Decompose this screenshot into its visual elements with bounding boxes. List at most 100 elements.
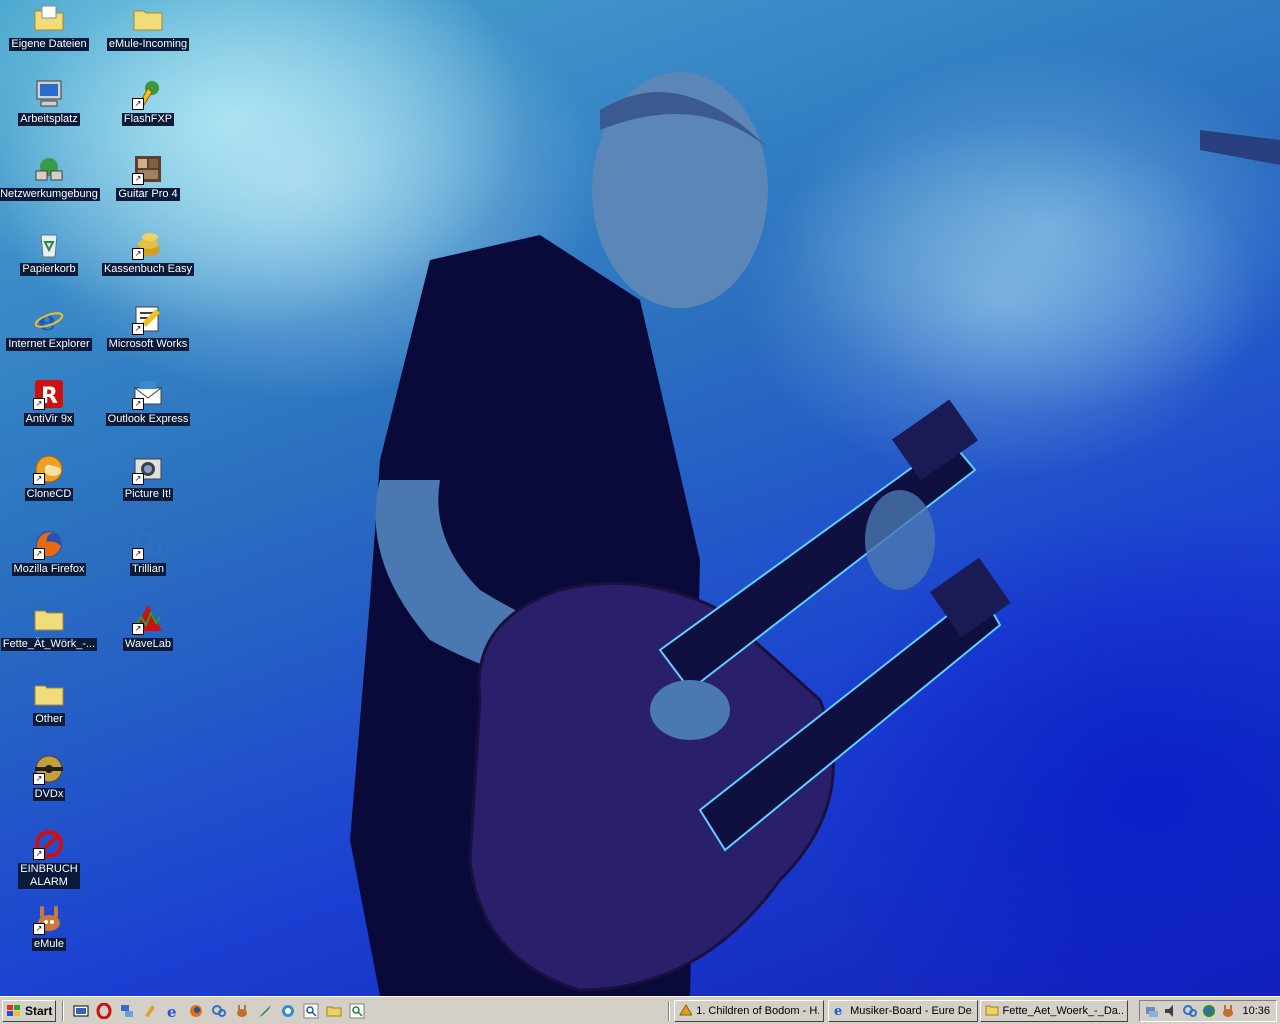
show-desktop-icon[interactable]	[72, 1002, 90, 1020]
desktop-icon-eigene-dateien[interactable]: Eigene Dateien	[0, 3, 98, 51]
desktop-icon-dvdx[interactable]: ↗ DVDx	[0, 753, 98, 801]
desktop-icon-kassenbuch-easy[interactable]: ↗ Kassenbuch Easy	[99, 228, 197, 276]
windows-logo-icon	[7, 1005, 20, 1016]
desktop-icon-label: eMule	[32, 938, 66, 951]
desktop-icon-label: Guitar Pro 4	[116, 188, 180, 201]
desktop-icon-label: Trillian	[130, 563, 166, 576]
desktop: Eigene Dateien eMule-Incoming Arbeitsplatz…	[0, 0, 1280, 996]
taskbar-button[interactable]: e Musiker-Board - Eure De...	[828, 1000, 978, 1022]
globe-tray-icon[interactable]	[1201, 1003, 1217, 1019]
desktop-icon-outlook-express[interactable]: ↗ Outlook Express	[99, 378, 197, 426]
flashfxp-icon: ↗	[132, 78, 164, 110]
desktop-icon-wavelab[interactable]: ↗ WaveLab	[99, 603, 197, 651]
desktop-icon-label: Other	[33, 713, 65, 726]
find-files-icon[interactable]	[348, 1002, 366, 1020]
desktop-icon-label: Papierkorb	[20, 263, 78, 276]
desktop-icon-label: Internet Explorer	[6, 338, 92, 351]
desktop-icon-mozilla-firefox[interactable]: ↗ Mozilla Firefox	[0, 528, 98, 576]
network-tray-icon[interactable]	[1144, 1003, 1160, 1019]
desktop-icon-emule[interactable]: ↗ eMule	[0, 903, 98, 951]
firefox-quicklaunch-icon[interactable]	[187, 1002, 205, 1020]
desktop-icon-label: Eigene Dateien	[9, 38, 89, 51]
desktop-icon-label: Arbeitsplatz	[18, 113, 80, 126]
desktop-icon-internet-explorer[interactable]: e Internet Explorer	[0, 303, 98, 351]
internet-explorer-quicklaunch-icon[interactable]: e	[164, 1002, 182, 1020]
desktop-icon-guitar-pro-4[interactable]: ↗ Guitar Pro 4	[99, 153, 197, 201]
folder-icon	[33, 678, 65, 710]
desktop-icon-einbruch-alarm[interactable]: ↗ EINBRUCH ALARM	[0, 828, 98, 889]
desktop-icon-label: eMule-Incoming	[106, 38, 190, 51]
desktop-icon-trillian[interactable]: ↗ Trillian	[99, 528, 197, 576]
outlook-express-icon: ↗	[132, 378, 164, 410]
folder-icon	[985, 1003, 999, 1020]
desktop-icon-picture-it[interactable]: ↗ Picture It!	[99, 453, 197, 501]
desktop-icon-label: EINBRUCH ALARM	[18, 863, 80, 889]
taskbar: Start e 1. Children of Bodom - H... e Musi…	[0, 996, 1280, 1024]
desktop-icon-microsoft-works[interactable]: ↗ Microsoft Works	[99, 303, 197, 351]
volume-icon[interactable]	[1163, 1003, 1179, 1019]
desktop-icon-arbeitsplatz[interactable]: Arbeitsplatz	[0, 78, 98, 126]
dvdx-icon: ↗	[33, 753, 65, 785]
network-connections-icon[interactable]	[118, 1002, 136, 1020]
trillian-quicklaunch-icon[interactable]	[210, 1002, 228, 1020]
recycle-bin-icon	[33, 228, 65, 260]
my-computer-icon	[33, 78, 65, 110]
taskbar-separator	[668, 1001, 670, 1021]
svg-text:e: e	[167, 1003, 177, 1019]
desktop-icon-antivir-9x[interactable]: R ↗ AntiVir 9x	[0, 378, 98, 426]
taskbar-button[interactable]: 1. Children of Bodom - H...	[674, 1000, 824, 1022]
clock[interactable]: 10:36	[1242, 1005, 1270, 1017]
kassenbuch-icon: ↗	[132, 228, 164, 260]
desktop-icon-emule-incoming[interactable]: eMule-Incoming	[99, 3, 197, 51]
emule-icon: ↗	[33, 903, 65, 935]
folder-quicklaunch-icon[interactable]	[325, 1002, 343, 1020]
winamp-icon	[679, 1003, 693, 1020]
clonecd-icon: ↗	[33, 453, 65, 485]
desktop-icon-label: Fette_Ät_Wörk_-...	[0, 638, 98, 651]
trillian-tray-icon[interactable]	[1182, 1003, 1198, 1019]
system-tray: 10:36	[1139, 1000, 1277, 1022]
start-button[interactable]: Start	[2, 1000, 56, 1022]
opera-icon[interactable]	[95, 1002, 113, 1020]
desktop-icon-label: FlashFXP	[121, 113, 175, 126]
desktop-icon-label: Outlook Express	[105, 413, 191, 426]
folder-icon	[132, 3, 164, 35]
taskbar-button-label: Musiker-Board - Eure De...	[850, 1005, 973, 1017]
wavelab-icon: ↗	[132, 603, 164, 635]
search-icon[interactable]	[302, 1002, 320, 1020]
desktop-icon-papierkorb[interactable]: Papierkorb	[0, 228, 98, 276]
desktop-icon-label: Netzwerkumgebung	[0, 188, 100, 201]
einbruch-alarm-icon: ↗	[33, 828, 65, 860]
desktop-icon-label: AntiVir 9x	[23, 413, 75, 426]
desktop-icon-label: CloneCD	[24, 488, 74, 501]
my-documents-icon	[33, 3, 65, 35]
start-label: Start	[25, 1004, 53, 1018]
folder-icon	[33, 603, 65, 635]
outlook-quicklaunch-icon[interactable]	[279, 1002, 297, 1020]
internet-explorer-icon: e	[33, 303, 65, 335]
flashfxp-quicklaunch-icon[interactable]	[141, 1002, 159, 1020]
desktop-icon-label: Microsoft Works	[106, 338, 190, 351]
emule-quicklaunch-icon[interactable]	[233, 1002, 251, 1020]
desktop-icon-clonecd[interactable]: ↗ CloneCD	[0, 453, 98, 501]
trillian-icon: ↗	[132, 528, 164, 560]
desktop-icon-label: DVDx	[32, 788, 66, 801]
taskbar-button-label: Fette_Aet_Woerk_-_Da...	[1002, 1005, 1123, 1017]
taskbar-separator	[62, 1001, 64, 1021]
desktop-icon-flashfxp[interactable]: ↗ FlashFXP	[99, 78, 197, 126]
guitar-quicklaunch-icon[interactable]	[256, 1002, 274, 1020]
desktop-icon-label: Kassenbuch Easy	[101, 263, 195, 276]
taskbar-button[interactable]: Fette_Aet_Woerk_-_Da...	[980, 1000, 1128, 1022]
microsoft-works-icon: ↗	[132, 303, 164, 335]
svg-text:e: e	[834, 1004, 842, 1017]
emule-tray-icon[interactable]	[1220, 1003, 1236, 1019]
desktop-icon-label: Picture It!	[122, 488, 174, 501]
antivir-icon: R ↗	[33, 378, 65, 410]
desktop-icon-fette-t-w-rk[interactable]: Fette_Ät_Wörk_-...	[0, 603, 98, 651]
internet-explorer-icon: e	[833, 1003, 846, 1020]
picture-it-icon: ↗	[132, 453, 164, 485]
desktop-icon-other[interactable]: Other	[0, 678, 98, 726]
guitar-pro-icon: ↗	[132, 153, 164, 185]
taskbar-button-label: 1. Children of Bodom - H...	[696, 1005, 819, 1017]
desktop-icon-netzwerkumgebung[interactable]: Netzwerkumgebung	[0, 153, 100, 201]
